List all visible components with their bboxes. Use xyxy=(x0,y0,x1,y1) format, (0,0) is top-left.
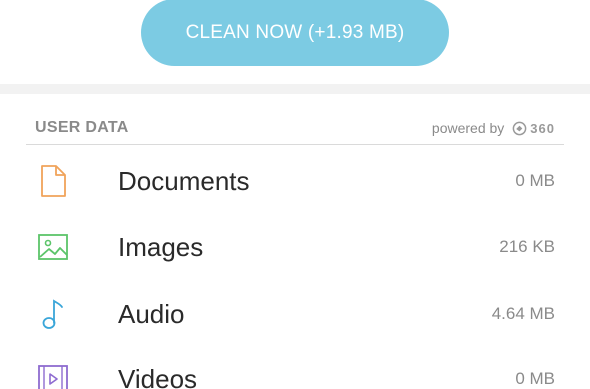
list-item-images[interactable]: Images 216 KB xyxy=(35,222,555,272)
360-logo-icon xyxy=(512,121,527,135)
image-icon xyxy=(35,229,71,265)
section-title: USER DATA xyxy=(35,119,129,136)
powered-by-label: powered by xyxy=(431,120,505,136)
divider xyxy=(26,144,564,145)
list-item-label: Videos xyxy=(118,363,198,389)
list-item-videos[interactable]: Videos 0 MB xyxy=(35,354,555,389)
360-logo: 360 xyxy=(512,121,555,136)
360-logo-text: 360 xyxy=(530,120,555,136)
section-header: USER DATA powered by 360 xyxy=(35,117,555,139)
list-item-size: 0 MB xyxy=(515,369,555,388)
list-item-size: 4.64 MB xyxy=(491,304,555,323)
list-item-audio[interactable]: Audio 4.64 MB xyxy=(35,289,555,339)
user-data-card: USER DATA powered by 360 Documents 0 MB xyxy=(0,94,590,389)
list-item-label: Images xyxy=(118,231,204,262)
clean-now-button[interactable]: CLEAN NOW (+1.93 MB) xyxy=(141,0,449,66)
list-item-label: Documents xyxy=(118,165,250,196)
powered-by: powered by 360 xyxy=(432,120,555,136)
list-item-label: Audio xyxy=(118,298,185,329)
music-note-icon xyxy=(35,296,71,332)
list-item-size: 0 MB xyxy=(515,171,555,190)
list-item-documents[interactable]: Documents 0 MB xyxy=(35,156,555,206)
document-icon xyxy=(35,163,71,199)
video-icon xyxy=(35,361,71,389)
list-item-size: 216 KB xyxy=(499,237,555,256)
top-area: CLEAN NOW (+1.93 MB) xyxy=(0,0,590,84)
